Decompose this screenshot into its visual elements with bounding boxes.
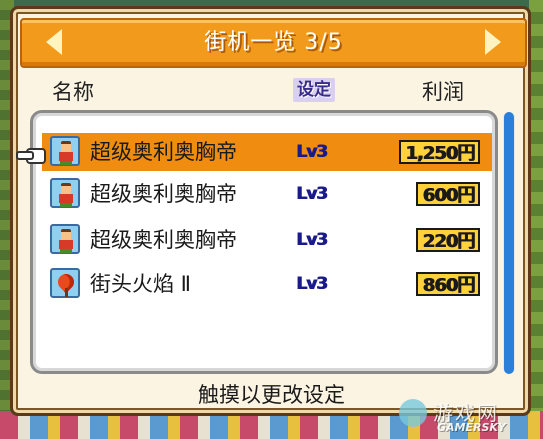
fighter-icon [50, 224, 80, 254]
arrow-right-icon [485, 29, 501, 55]
arcade-profit: 220円 [416, 228, 480, 252]
arcade-level: Lv3 [296, 230, 328, 250]
mascot-icon [399, 399, 427, 427]
flame-icon [50, 268, 80, 298]
list-item[interactable]: 街头火焰 Ⅱ Lv3 860円 [42, 265, 492, 303]
dialog-title-bar: 街机一览 3/5 [20, 18, 527, 68]
background-scenery-right [529, 0, 543, 439]
watermark-logo: 游戏网 GAMERSKY [399, 397, 539, 437]
watermark-en: GAMERSKY [437, 421, 506, 434]
arcade-level: Lv3 [296, 184, 328, 204]
arcade-name: 超级奥利奥胸帝 [90, 182, 237, 206]
arcade-level: Lv3 [296, 274, 328, 294]
list-item[interactable]: 超级奥利奥胸帝 Lv3 1,250円 [42, 133, 492, 171]
next-page-button[interactable] [485, 20, 525, 66]
arcade-profit: 600円 [416, 182, 480, 206]
pointing-hand-icon [16, 146, 46, 164]
arcade-profit: 860円 [416, 272, 480, 296]
list-item[interactable]: 超级奥利奥胸帝 Lv3 220円 [42, 221, 492, 259]
list-item[interactable]: 超级奥利奥胸帝 Lv3 600円 [42, 175, 492, 213]
column-header-profit: 利润 [422, 80, 464, 104]
dialog-title: 街机一览 3/5 [204, 30, 343, 55]
column-header-setting[interactable]: 设定 [293, 78, 335, 102]
arcade-profit: 1,250円 [399, 140, 480, 164]
fighter-icon [50, 136, 80, 166]
list-scrollbar[interactable] [503, 112, 515, 374]
column-header-name: 名称 [52, 80, 94, 104]
scrollbar-thumb[interactable] [504, 112, 514, 374]
arcade-name: 街头火焰 Ⅱ [90, 272, 192, 296]
arcade-name: 超级奥利奥胸帝 [90, 140, 237, 164]
fighter-icon [50, 178, 80, 208]
arcade-level: Lv3 [296, 142, 328, 162]
arcade-name: 超级奥利奥胸帝 [90, 228, 237, 252]
